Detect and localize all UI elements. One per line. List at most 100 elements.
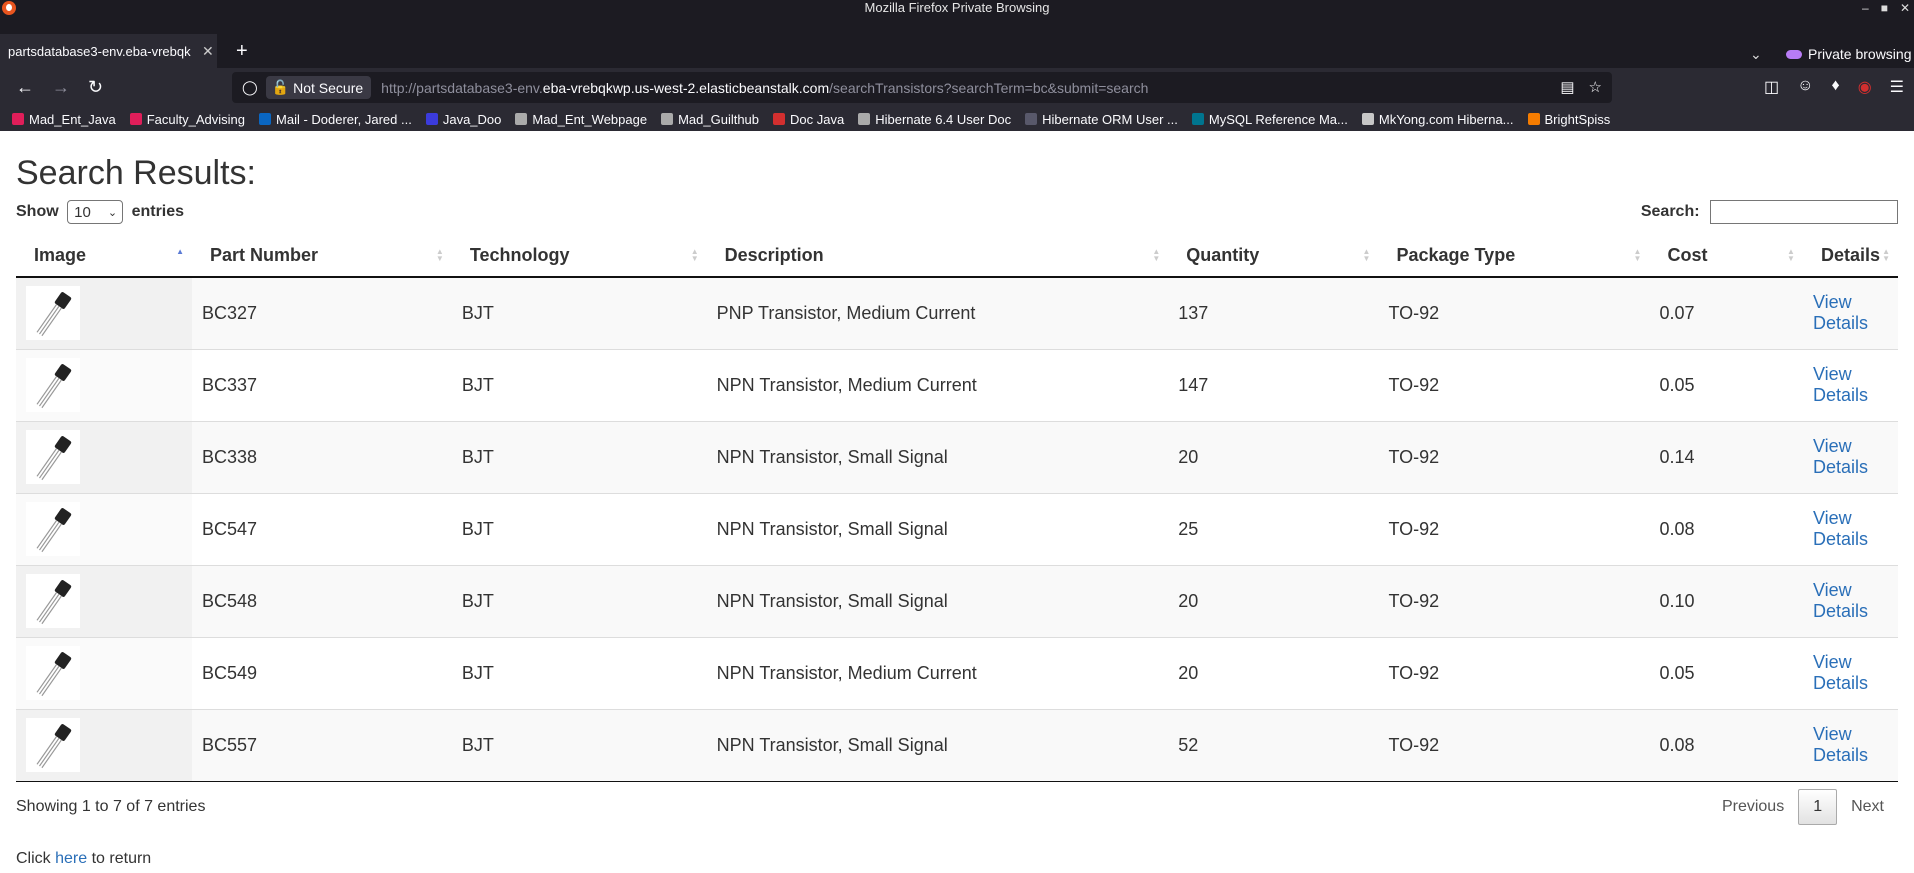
bookmark-label: MkYong.com Hiberna... — [1378, 111, 1514, 127]
page-title: Search Results: — [16, 154, 256, 192]
not-secure-badge[interactable]: 🔓 Not Secure — [265, 76, 372, 99]
reader-view-icon[interactable]: ▤ — [1560, 78, 1574, 96]
bookmark-star-icon[interactable]: ☆ — [1589, 78, 1602, 96]
bookmark-item[interactable]: Java_Doo — [425, 111, 502, 127]
private-browsing-indicator: Private browsing — [1786, 46, 1912, 62]
bookmark-label: Mad_Ent_Java — [29, 111, 116, 127]
return-link[interactable]: here — [55, 850, 87, 867]
table-info: Showing 1 to 7 of 7 entries — [16, 797, 206, 815]
cell-tech: BJT — [451, 493, 707, 566]
account-icon[interactable]: ☺ — [1797, 77, 1813, 97]
show-label: Show — [16, 203, 59, 221]
view-details-link[interactable]: View Details — [1813, 580, 1868, 621]
bookmark-item[interactable]: Faculty_Advising — [129, 112, 245, 127]
bookmark-item[interactable]: Hibernate ORM User ... — [1025, 112, 1178, 127]
bookmark-favicon-icon — [858, 113, 871, 125]
bookmark-item[interactable]: Mad_Ent_Webpage — [515, 112, 647, 127]
ublock-icon[interactable]: ◉ — [1858, 77, 1872, 97]
column-header-label: Package Type — [1396, 244, 1516, 265]
image-cell — [16, 421, 193, 494]
column-header-technology[interactable]: Technology ▲ ▼ — [451, 234, 707, 278]
url-text[interactable]: http://partsdatabase3-env.eba-vrebqkwp.u… — [381, 80, 1148, 96]
pocket-icon[interactable]: ◫ — [1764, 77, 1779, 97]
bookmark-item[interactable]: Mad_Ent_Java — [12, 112, 116, 127]
column-header-label: Description — [724, 244, 824, 265]
bookmark-item[interactable]: Mad_Guilthub — [661, 112, 759, 127]
table-row: BC337 BJT NPN Transistor, Medium Current 14… — [16, 349, 1898, 422]
image-cell — [16, 277, 193, 350]
page-content: Search Results: Show 10 ⌄ entries Search:… — [0, 131, 1914, 868]
column-header-image[interactable]: Image ▲ — [16, 234, 193, 278]
column-header-details[interactable]: Details ▲ ▼ — [1802, 234, 1898, 278]
back-arrow-icon[interactable]: ← — [16, 77, 34, 97]
return-suffix: to return — [91, 849, 152, 867]
bookmark-item[interactable]: MkYong.com Hiberna... — [1361, 111, 1514, 127]
bookmark-label: Doc Java — [790, 111, 845, 127]
transistor-thumbnail — [26, 502, 80, 556]
cell-qty: 52 — [1168, 709, 1379, 782]
previous-page-button[interactable]: Previous — [1708, 790, 1798, 824]
bookmark-item[interactable]: Mail - Doderer, Jared ... — [259, 112, 412, 127]
view-details-link[interactable]: View Details — [1813, 508, 1868, 549]
cell-qty: 20 — [1168, 637, 1379, 710]
cell-pkg: TO-92 — [1378, 277, 1650, 350]
bookmark-item[interactable]: MySQL Reference Ma... — [1191, 112, 1348, 127]
view-details-link[interactable]: View Details — [1813, 436, 1868, 477]
table-row: BC549 BJT NPN Transistor, Medium Current 20… — [16, 637, 1898, 710]
list-all-tabs-icon[interactable]: ⌄ — [1750, 46, 1762, 63]
column-header-description[interactable]: Description ▲ ▼ — [706, 234, 1169, 278]
cell-cost: 0.07 — [1649, 277, 1803, 350]
bookmark-label: Java_Doo — [442, 111, 502, 127]
chevron-down-icon: ⌄ — [107, 207, 118, 219]
tracking-shield-icon[interactable]: ◯ — [242, 79, 258, 96]
cell-qty: 147 — [1168, 349, 1379, 422]
entries-length-select[interactable]: 10 ⌄ — [67, 200, 124, 224]
column-header-package-type[interactable]: Package Type ▲ ▼ — [1378, 234, 1650, 278]
sort-both-icon: ▲ ▼ — [1633, 247, 1642, 263]
address-bar[interactable]: ◯ 🔓 Not Secure http://partsdatabase3-env… — [232, 72, 1612, 103]
close-window-icon[interactable]: ✕ — [1900, 0, 1910, 16]
cell-part: BC549 — [192, 637, 452, 710]
bookmark-item[interactable]: Doc Java — [773, 112, 844, 127]
bookmark-favicon-icon — [425, 113, 438, 125]
navigation-toolbar: ← → ↻ ◯ 🔓 Not Secure http://partsdatabas… — [0, 68, 1914, 107]
view-details-link[interactable]: View Details — [1813, 364, 1868, 405]
cell-tech: BJT — [451, 421, 707, 494]
minimize-icon[interactable]: – — [1862, 0, 1869, 16]
next-page-button[interactable]: Next — [1837, 790, 1898, 824]
extensions-icon[interactable]: ♦ — [1832, 77, 1840, 97]
cell-desc: NPN Transistor, Medium Current — [706, 349, 1169, 422]
cell-part: BC548 — [192, 565, 452, 638]
page-1-button[interactable]: 1 — [1798, 788, 1838, 825]
column-header-cost[interactable]: Cost ▲ ▼ — [1649, 234, 1803, 278]
bookmark-favicon-icon — [259, 113, 272, 125]
view-details-link[interactable]: View Details — [1813, 724, 1868, 765]
column-header-quantity[interactable]: Quantity ▲ ▼ — [1168, 234, 1379, 278]
cell-cost: 0.08 — [1649, 493, 1803, 566]
bookmark-item[interactable]: BrightSpiss — [1527, 112, 1610, 127]
bookmark-favicon-icon — [12, 113, 24, 125]
tab-active[interactable]: partsdatabase3-env.eba-vrebqk ✕ — [0, 34, 217, 68]
menu-hamburger-icon[interactable]: ☰ — [1890, 77, 1904, 97]
bookmark-label: Mail - Doderer, Jared ... — [276, 111, 412, 127]
cell-cost: 0.05 — [1649, 637, 1803, 710]
new-tab-icon[interactable]: + — [236, 41, 248, 61]
maximize-icon[interactable]: ■ — [1881, 0, 1888, 16]
view-details-link[interactable]: View Details — [1813, 652, 1868, 693]
cell-tech: BJT — [451, 565, 707, 638]
forward-arrow-icon[interactable]: → — [52, 77, 70, 97]
bookmark-item[interactable]: Hibernate 6.4 User Doc — [858, 112, 1011, 127]
cell-cost: 0.08 — [1649, 709, 1803, 782]
toolbar-actions: ◫ ☺ ♦ ◉ ☰ — [1764, 77, 1904, 97]
search-input[interactable] — [1710, 200, 1898, 224]
cell-part: BC547 — [192, 493, 452, 566]
close-tab-icon[interactable]: ✕ — [202, 43, 214, 60]
transistor-thumbnail — [26, 646, 80, 700]
view-details-link[interactable]: View Details — [1813, 292, 1868, 333]
table-row: BC548 BJT NPN Transistor, Small Signal 20 TO… — [16, 565, 1898, 638]
url-actions: ▤ ☆ — [1560, 78, 1602, 96]
column-header-part-number[interactable]: Part Number ▲ ▼ — [192, 234, 452, 278]
reload-icon[interactable]: ↻ — [88, 77, 103, 97]
cell-qty: 25 — [1168, 493, 1379, 566]
bookmark-favicon-icon — [1361, 113, 1374, 125]
